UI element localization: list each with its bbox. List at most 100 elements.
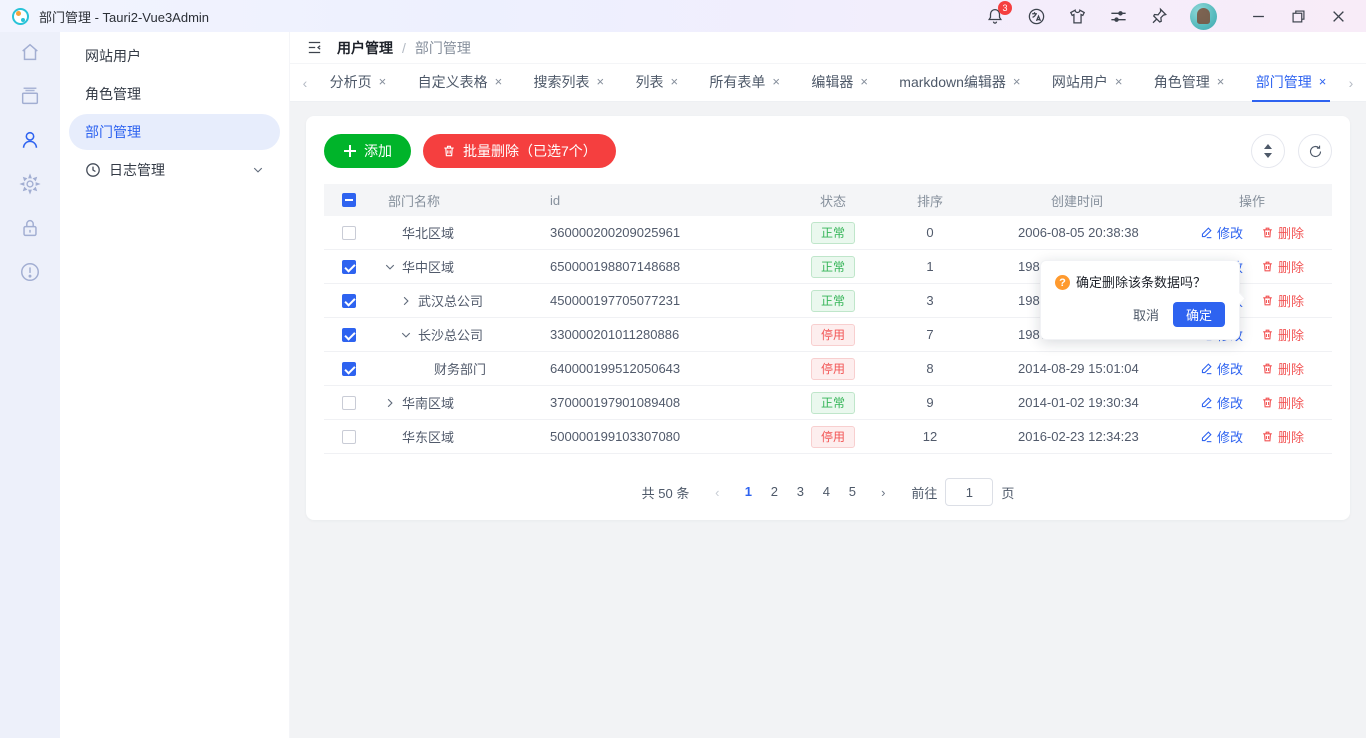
notification-bell-icon[interactable]: 3: [985, 6, 1005, 26]
sidebar-menu-item[interactable]: 部门管理: [69, 114, 280, 150]
row-checkbox[interactable]: [342, 430, 356, 444]
tab[interactable]: 角色管理×: [1150, 64, 1229, 102]
sidebar-icon-rail: [0, 32, 60, 738]
edit-button[interactable]: 修改: [1200, 393, 1243, 412]
batch-delete-button[interactable]: 批量删除（已选7个）: [423, 134, 616, 168]
trash-icon: [1261, 362, 1274, 375]
pagination-page[interactable]: 5: [839, 479, 865, 505]
tab[interactable]: 列表×: [631, 64, 682, 102]
tab[interactable]: 编辑器×: [807, 64, 872, 102]
trash-icon: [1261, 328, 1274, 341]
home-icon[interactable]: [18, 40, 42, 64]
sort-order: 8: [878, 361, 982, 376]
popover-confirm-button[interactable]: 确定: [1173, 302, 1225, 327]
settings-gear-icon[interactable]: [18, 172, 42, 196]
row-checkbox[interactable]: [342, 328, 356, 342]
tab[interactable]: 分析页×: [326, 64, 391, 102]
department-id: 330000201011280886: [550, 327, 788, 342]
tab[interactable]: 所有表单×: [705, 64, 784, 102]
edit-pencil-icon: [1200, 362, 1213, 375]
pagination-page[interactable]: 4: [813, 479, 839, 505]
edit-button[interactable]: 修改: [1200, 223, 1243, 242]
row-checkbox[interactable]: [342, 226, 356, 240]
delete-button[interactable]: 删除: [1261, 393, 1304, 412]
column-header-actions: 操作: [1172, 191, 1332, 210]
row-checkbox[interactable]: [342, 362, 356, 376]
edit-button[interactable]: 修改: [1200, 427, 1243, 446]
minimize-button[interactable]: [1238, 0, 1278, 32]
sort-arrows-icon: [1262, 144, 1274, 158]
settings-sliders-icon[interactable]: [1108, 6, 1128, 26]
tab[interactable]: 部门管理×: [1252, 64, 1331, 102]
sort-order: 9: [878, 395, 982, 410]
tab-close-icon[interactable]: ×: [772, 75, 780, 88]
pagination-page[interactable]: 2: [761, 479, 787, 505]
tab-close-icon[interactable]: ×: [1217, 75, 1225, 88]
maximize-button[interactable]: [1278, 0, 1318, 32]
popover-cancel-button[interactable]: 取消: [1133, 305, 1159, 324]
delete-button[interactable]: 删除: [1261, 223, 1304, 242]
trash-icon: [1261, 294, 1274, 307]
pagination-goto-label: 前往: [911, 483, 937, 502]
table-header-row: 部门名称 id 状态 排序 创建时间 操作: [324, 184, 1332, 216]
tab-close-icon[interactable]: ×: [1319, 75, 1327, 88]
density-button[interactable]: [1251, 134, 1285, 168]
tree-expand-toggle[interactable]: [384, 397, 402, 409]
breadcrumb-parent[interactable]: 用户管理: [337, 38, 393, 58]
menu-fold-icon[interactable]: [306, 39, 323, 56]
sidebar-menu-item[interactable]: 角色管理: [69, 76, 280, 112]
pagination-page[interactable]: 3: [787, 479, 813, 505]
delete-button[interactable]: 删除: [1261, 427, 1304, 446]
tabs-scroll-left-icon[interactable]: ‹: [296, 75, 314, 91]
tab-close-icon[interactable]: ×: [670, 75, 678, 88]
pagination-goto-input[interactable]: [945, 478, 993, 506]
row-checkbox[interactable]: [342, 294, 356, 308]
archive-box-icon[interactable]: [18, 84, 42, 108]
theme-shirt-icon[interactable]: [1067, 6, 1087, 26]
translate-icon[interactable]: [1026, 6, 1046, 26]
sort-order: 12: [878, 429, 982, 444]
tab-close-icon[interactable]: ×: [1115, 75, 1123, 88]
tab-close-icon[interactable]: ×: [860, 75, 868, 88]
column-header-id: id: [550, 193, 788, 208]
lock-icon[interactable]: [18, 216, 42, 240]
row-checkbox[interactable]: [342, 260, 356, 274]
delete-confirm-popover: ? 确定删除该条数据吗？ 取消 确定: [1040, 260, 1240, 340]
close-button[interactable]: [1318, 0, 1358, 32]
tab[interactable]: markdown编辑器×: [895, 64, 1024, 102]
tab-close-icon[interactable]: ×: [597, 75, 605, 88]
status-badge: 正常: [811, 290, 855, 312]
status-badge: 停用: [811, 358, 855, 380]
sort-order: 7: [878, 327, 982, 342]
tree-expand-toggle[interactable]: [384, 261, 402, 273]
row-checkbox[interactable]: [342, 396, 356, 410]
pagination-prev-icon[interactable]: ‹: [705, 485, 729, 500]
delete-button[interactable]: 删除: [1261, 359, 1304, 378]
users-icon[interactable]: [18, 128, 42, 152]
tab-close-icon[interactable]: ×: [495, 75, 503, 88]
pin-icon[interactable]: [1149, 6, 1169, 26]
tree-expand-toggle[interactable]: [400, 295, 418, 307]
refresh-button[interactable]: [1298, 134, 1332, 168]
pagination-next-icon[interactable]: ›: [871, 485, 895, 500]
tab[interactable]: 自定义表格×: [414, 64, 507, 102]
edit-button[interactable]: 修改: [1200, 359, 1243, 378]
tab-close-icon[interactable]: ×: [1013, 75, 1021, 88]
edit-pencil-icon: [1200, 226, 1213, 239]
alert-circle-icon[interactable]: [18, 260, 42, 284]
created-time: 2014-01-02 19:30:34: [982, 395, 1172, 410]
delete-button[interactable]: 删除: [1261, 257, 1304, 276]
tabs-scroll-right-icon[interactable]: ›: [1342, 75, 1360, 91]
tab-close-icon[interactable]: ×: [379, 75, 387, 88]
select-all-checkbox[interactable]: [342, 193, 356, 207]
add-button[interactable]: 添加: [324, 134, 411, 168]
tab[interactable]: 网站用户×: [1048, 64, 1127, 102]
tab[interactable]: 搜索列表×: [530, 64, 609, 102]
pagination-page[interactable]: 1: [735, 479, 761, 505]
delete-button[interactable]: 删除: [1261, 291, 1304, 310]
delete-button[interactable]: 删除: [1261, 325, 1304, 344]
sidebar-menu-item[interactable]: 网站用户: [69, 38, 280, 74]
sidebar-menu-item[interactable]: 日志管理: [69, 152, 280, 188]
tree-expand-toggle[interactable]: [400, 329, 418, 341]
user-avatar[interactable]: [1190, 3, 1217, 30]
